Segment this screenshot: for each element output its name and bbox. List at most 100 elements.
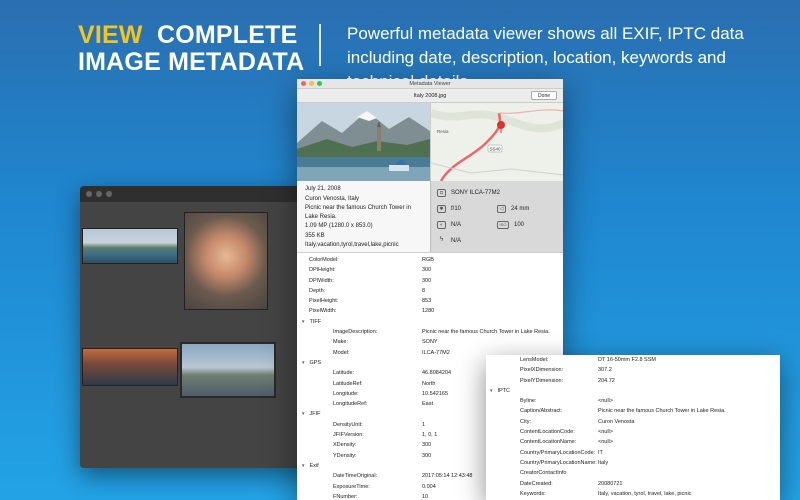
- town-label: Resia: [437, 129, 449, 134]
- zoom-dot[interactable]: [106, 191, 112, 197]
- metadata-row: ImageDescription: Picnic near the famous …: [297, 327, 563, 337]
- exposure-icon: ◐: [437, 221, 446, 229]
- metadata-row: ContentLocationCode: <null>: [486, 427, 780, 437]
- photo-thumb-sunset[interactable]: [82, 348, 178, 386]
- metadata-key: Make:: [333, 339, 348, 346]
- metadata-value: <null>: [598, 398, 613, 405]
- viewer-titlebar: Metadata Viewer: [297, 79, 563, 89]
- metadata-key: ColorModel:: [309, 257, 339, 263]
- minimize-dot[interactable]: [96, 191, 102, 197]
- window-controls: [301, 81, 322, 86]
- disclosure-triangle-icon[interactable]: ▼: [301, 409, 305, 419]
- camera-model: SONY ILCA-77M2: [451, 190, 500, 196]
- metadata-value: IT: [598, 449, 603, 456]
- metadata-key: City:: [520, 418, 531, 425]
- photo-browser-window: [80, 186, 316, 468]
- photo-grid: [80, 202, 316, 468]
- metadata-key: PixelHeight:: [309, 298, 339, 305]
- photo-browser-titlebar: [80, 186, 316, 202]
- map-image: SS40 Resia: [431, 103, 563, 181]
- flash-icon: ϟ: [439, 236, 444, 243]
- summary-panel: July 21, 2008 Curon Venosta, Italy Picni…: [297, 181, 430, 252]
- metadata-value: <null>: [598, 439, 613, 446]
- metadata-value: SONY: [422, 339, 438, 346]
- done-button[interactable]: Done: [531, 91, 557, 100]
- general-rows: ColorModel: RGB DPIHeight: 300 DPIWidth: 300 D…: [297, 255, 563, 317]
- metadata-value: 20080721: [598, 480, 623, 487]
- metadata-key: Longitude:: [333, 390, 359, 397]
- metadata-value: RGB: [422, 257, 434, 263]
- metadata-key: Model:: [333, 349, 350, 356]
- iso-value: 100: [514, 222, 525, 228]
- metadata-key: Byline:: [520, 398, 537, 405]
- photo-thumb-mountain[interactable]: [180, 342, 276, 398]
- file-name: Italy 2008.jpg: [413, 93, 447, 99]
- route-label: SS40: [490, 147, 502, 152]
- metadata-key: ExposureTime:: [333, 483, 370, 490]
- metadata-row: Depth: 8: [297, 286, 563, 296]
- metadata-key: Caption/Abstract:: [520, 408, 563, 415]
- metadata-key: PixelYDimension:: [520, 377, 564, 384]
- metadata-key: DateTimeOriginal:: [333, 473, 378, 480]
- iptc-rows: Byline: <null> Caption/Abstract: Picnic nea…: [486, 396, 780, 500]
- metadata-row: ContentLocationName: <null>: [486, 437, 780, 447]
- disclosure-triangle-icon[interactable]: ▼: [301, 461, 305, 471]
- metadata-key: ContentLocationCode:: [520, 429, 575, 436]
- metadata-key: YDensity:: [333, 452, 357, 459]
- metadata-row: CreatorContactInfo: [486, 468, 780, 478]
- metadata-row: PixelWidth: 1280: [297, 306, 563, 316]
- metadata-row: City: Curon Venosta: [486, 417, 780, 427]
- section-iptc-label: IPTC: [497, 387, 510, 394]
- aperture-cell: ✱ f/10: [437, 205, 492, 213]
- metadata-row: DPIHeight: 300: [297, 265, 563, 275]
- section-iptc[interactable]: ▼ IPTC: [486, 386, 780, 396]
- section-gps-label: GPS: [309, 359, 322, 366]
- exposure-cell: ◐ N/A: [437, 221, 492, 229]
- disclosure-triangle-icon[interactable]: ▼: [489, 386, 493, 396]
- headline-accent: VIEW: [78, 21, 143, 49]
- iptc-panel: LensModel: DT 16-50mm F2.8 SSM PixelXDimen…: [486, 355, 780, 500]
- disclosure-triangle-icon[interactable]: ▼: [301, 358, 305, 368]
- metadata-value: Picnic near the famous Church Tower in L…: [598, 408, 726, 415]
- summary-description: Picnic near the famous Church Tower in L…: [305, 205, 411, 220]
- location-map[interactable]: SS40 Resia: [430, 103, 563, 181]
- zoom-button[interactable]: [317, 81, 322, 86]
- metadata-key: Depth:: [309, 287, 326, 294]
- photo-preview-image: [297, 103, 430, 181]
- photo-thumb-lake[interactable]: [82, 228, 178, 264]
- metadata-key: ContentLocationName:: [520, 439, 577, 446]
- disclosure-triangle-icon[interactable]: ▼: [301, 317, 305, 327]
- header-divider: [319, 24, 321, 66]
- metadata-key: ImageDescription:: [333, 329, 378, 336]
- metadata-key: FNumber:: [333, 493, 358, 500]
- summary-location: Curon Venosta, Italy: [305, 195, 360, 202]
- camera-model-row: ◘ SONY ILCA-77M2: [437, 185, 557, 201]
- metadata-key: DPIWidth:: [309, 277, 334, 284]
- summary-size: 355 KB: [305, 232, 325, 239]
- metadata-key: DateCreated:: [520, 480, 553, 487]
- metadata-key: JFIFVersion:: [333, 432, 364, 439]
- camera-icon: ◘: [437, 189, 446, 197]
- close-button[interactable]: [301, 81, 306, 86]
- metadata-value: [598, 468, 780, 478]
- metadata-row: LensModel: DT 16-50mm F2.8 SSM: [486, 355, 780, 365]
- photo-thumb-child[interactable]: [184, 212, 268, 310]
- iso-icon: ISO: [497, 221, 509, 229]
- metadata-value: 307.2: [598, 367, 612, 374]
- metadata-value: 853: [422, 298, 432, 305]
- minimize-button[interactable]: [309, 81, 314, 86]
- summary-date: July 21, 2008: [305, 186, 341, 192]
- metadata-row: DateCreated: 20080721: [486, 479, 780, 489]
- metadata-row: Byline: <null>: [486, 396, 780, 406]
- metadata-row: PixelXDimension: 307.2: [486, 365, 780, 375]
- preview-area: SS40 Resia: [297, 103, 563, 181]
- metadata-key: Keywords:: [520, 490, 546, 497]
- section-tiff[interactable]: ▼ TIFF: [297, 317, 563, 327]
- metadata-value: Italy, vacation, tyrol, travel, lake, pi…: [598, 490, 692, 497]
- close-dot[interactable]: [86, 191, 92, 197]
- metadata-key: CreatorContactInfo: [520, 470, 567, 477]
- section-tiff-label: TIFF: [309, 318, 322, 325]
- headline-line2: IMAGE METADATA: [78, 48, 305, 76]
- camera-row-aperture: ✱ f/10 ◁ 24 mm: [437, 201, 557, 217]
- metadata-row: Keywords: Italy, vacation, tyrol, travel,…: [486, 489, 780, 499]
